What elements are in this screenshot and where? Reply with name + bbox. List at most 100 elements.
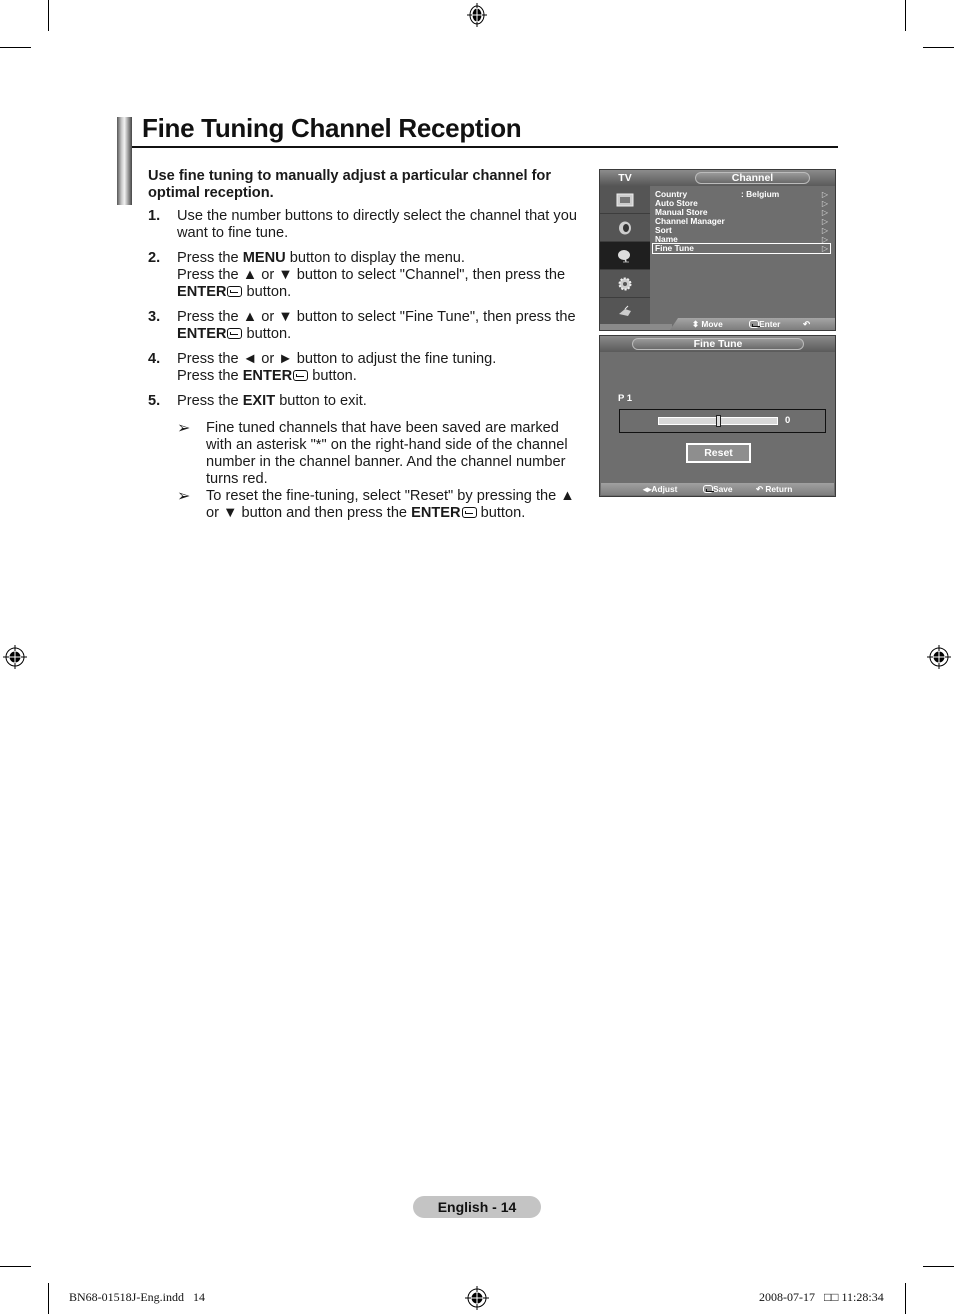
enter-icon xyxy=(227,328,243,339)
text: Press the xyxy=(177,250,243,266)
move-hint: ⬍ Move xyxy=(692,319,723,329)
tv-tab[interactable]: TV xyxy=(600,170,650,186)
setup-icon xyxy=(618,277,632,290)
note-2: ➢ To reset the fine-tuning, select "Rese… xyxy=(177,488,583,522)
picture-icon xyxy=(616,193,634,206)
step-number: 1. xyxy=(148,208,161,224)
text: Press the xyxy=(177,368,243,384)
text: button to display the menu. xyxy=(285,250,465,266)
text: button. xyxy=(476,505,526,521)
step-4: 4. Press the ◄ or ► button to adjust the… xyxy=(148,351,583,385)
enter-icon xyxy=(703,485,714,493)
fine-tune-screen: Fine Tune P 1 0 Reset ◂▸Adjust Save ↶ Re… xyxy=(599,335,836,497)
menu-title: Channel xyxy=(695,172,810,184)
save-hint: Save xyxy=(702,483,733,495)
crop-mark xyxy=(0,1266,31,1267)
text: button. xyxy=(242,326,292,342)
enter-key: ENTER xyxy=(411,505,461,521)
fine-tune-slider[interactable] xyxy=(658,415,778,427)
registration-mark-icon xyxy=(467,3,487,27)
arrow-right-icon: ▷ xyxy=(821,235,828,244)
registration-mark-icon xyxy=(3,645,27,669)
page-title: Fine Tuning Channel Reception xyxy=(142,113,522,143)
note-text: Fine tuned channels that have been saved… xyxy=(206,420,568,487)
step-text: Press the MENU button to display the men… xyxy=(177,250,583,301)
step-2: 2. Press the MENU button to display the … xyxy=(148,250,583,301)
crop-mark xyxy=(48,0,49,31)
channel-icon xyxy=(618,249,630,262)
crop-mark xyxy=(923,47,954,48)
arrow-note-icon: ➢ xyxy=(177,488,191,505)
sidebar-item-picture[interactable] xyxy=(600,186,650,214)
slider-value: 0 xyxy=(785,415,791,426)
slider-thumb[interactable] xyxy=(715,415,721,427)
sidebar-item-setup[interactable] xyxy=(600,270,650,298)
channel-menu-screen: TV Channel Country: Belgium ▷ Auto Store ▷… xyxy=(599,169,836,331)
menu-footer: ⬍ Move Enter ↶ Return xyxy=(670,318,835,330)
note-1: ➢ Fine tuned channels that have been sav… xyxy=(177,420,583,488)
registration-mark-icon xyxy=(927,645,951,669)
step-number: 2. xyxy=(148,250,161,266)
reset-button[interactable]: Reset xyxy=(686,443,751,463)
footer-strip xyxy=(600,324,672,330)
step-5: 5. Press the EXIT button to exit. xyxy=(148,393,583,410)
arrow-right-icon: ▷ xyxy=(821,244,828,253)
step-3: 3. Press the ▲ or ▼ button to select "Fi… xyxy=(148,309,583,343)
text: Press the ◄ or ► button to adjust the fi… xyxy=(177,351,497,367)
enter-icon xyxy=(227,286,243,297)
step-text: Press the EXIT button to exit. xyxy=(177,393,583,410)
fine-tune-footer: ◂▸Adjust Save ↶ Return xyxy=(601,483,834,495)
text: button to exit. xyxy=(275,393,367,409)
step-text: Press the ◄ or ► button to adjust the fi… xyxy=(177,351,583,385)
menu-key: MENU xyxy=(242,250,286,266)
enter-icon xyxy=(293,370,309,381)
slug-timestamp: 2008-07-17 □□ 11:28:34 xyxy=(759,1290,884,1304)
save-hint-label: Save xyxy=(713,484,733,494)
sidebar-item-channel[interactable] xyxy=(600,242,650,270)
menu-item-channel-manager[interactable]: Channel Manager ▷ xyxy=(655,217,830,227)
title-accent-bar xyxy=(117,117,132,205)
channel-menu-list: Country: Belgium ▷ Auto Store ▷ Manual Sto… xyxy=(652,189,831,254)
crop-mark xyxy=(923,1266,954,1267)
sidebar-item-input[interactable] xyxy=(600,298,650,326)
enter-key: ENTER xyxy=(177,284,227,300)
menu-sidebar xyxy=(600,186,650,326)
crop-mark xyxy=(905,0,906,31)
enter-icon xyxy=(749,320,760,328)
page-number: English - 14 xyxy=(413,1196,541,1218)
text: Press the xyxy=(177,393,243,409)
sound-icon xyxy=(619,221,631,234)
fine-tune-slider-box: 0 xyxy=(619,409,826,433)
menu-item-sort[interactable]: Sort ▷ xyxy=(655,226,830,236)
enter-hint-label: Enter xyxy=(759,319,781,329)
text: Press the ▲ or ▼ button to select "Fine … xyxy=(177,309,576,325)
menu-item-value: : Belgium xyxy=(741,189,780,199)
enter-key: ENTER xyxy=(242,368,293,384)
intro-text: Use fine tuning to manually adjust a par… xyxy=(148,168,552,201)
step-number: 4. xyxy=(148,351,161,367)
step-text: Use the number buttons to directly selec… xyxy=(177,208,577,241)
slug-filename: BN68-01518J-Eng.indd 14 xyxy=(69,1290,205,1304)
enter-key: ENTER xyxy=(177,326,227,342)
crop-mark xyxy=(905,1283,906,1314)
arrow-right-icon: ▷ xyxy=(821,217,828,226)
program-label: P 1 xyxy=(618,393,633,404)
sidebar-item-sound[interactable] xyxy=(600,214,650,242)
input-icon xyxy=(619,305,631,316)
crop-mark xyxy=(0,47,31,48)
instructions: Use fine tuning to manually adjust a par… xyxy=(148,168,583,522)
registration-mark-icon xyxy=(465,1286,489,1310)
arrow-right-icon: ▷ xyxy=(821,208,828,217)
arrow-right-icon: ▷ xyxy=(821,190,828,199)
arrow-note-icon: ➢ xyxy=(177,420,191,437)
menu-item-fine-tune[interactable]: Fine Tune ▷ xyxy=(652,243,831,254)
adjust-hint: ◂▸Adjust xyxy=(643,484,678,494)
note-text: To reset the fine-tuning, select "Reset"… xyxy=(206,488,583,522)
menu-item-label: Fine Tune xyxy=(655,243,694,253)
exit-key: EXIT xyxy=(242,393,276,409)
step-text: Press the ▲ or ▼ button to select "Fine … xyxy=(177,309,583,343)
crop-mark xyxy=(48,1283,49,1314)
return-hint: ↶ Return xyxy=(756,484,793,494)
arrow-right-icon: ▷ xyxy=(821,199,828,208)
text: button. xyxy=(308,368,357,384)
